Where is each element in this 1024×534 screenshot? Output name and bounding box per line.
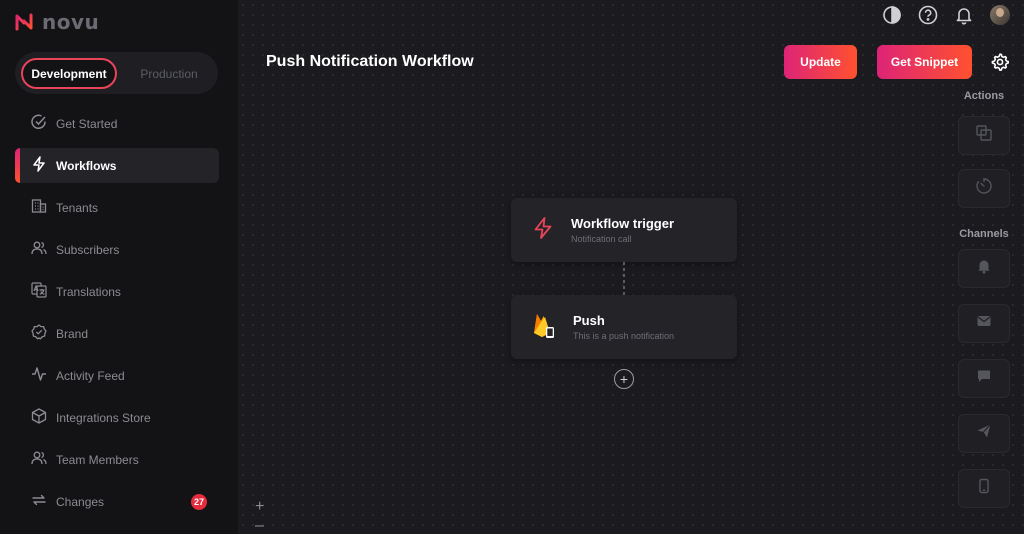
digest-action-button[interactable]: [958, 116, 1010, 155]
users-icon: [31, 240, 47, 259]
avatar[interactable]: [990, 5, 1010, 25]
step-palette: Actions Channels: [956, 90, 1012, 508]
node-text: Workflow trigger Notification call: [571, 216, 674, 244]
sidebar-nav: Get Started Workflows Tenants Subscriber…: [15, 106, 219, 526]
brand-name: novu: [42, 10, 100, 34]
translate-icon: [31, 282, 47, 301]
changes-count-badge: 27: [190, 494, 207, 510]
bolt-icon: [31, 156, 47, 175]
sidebar-item-label: Team Members: [56, 452, 139, 467]
zoom-out-button[interactable]: –: [255, 517, 264, 534]
sync-icon: [31, 492, 47, 511]
top-toolbar: [882, 5, 1010, 25]
chat-bubble-icon: [976, 368, 992, 389]
bell-icon: [976, 258, 992, 279]
workflow-trigger-node[interactable]: Workflow trigger Notification call: [511, 198, 737, 262]
send-icon: [976, 423, 992, 444]
gear-icon[interactable]: [991, 53, 1010, 76]
chat-channel-button[interactable]: [958, 359, 1010, 398]
sidebar-item-label: Tenants: [56, 200, 99, 215]
node-subtitle: Notification call: [571, 234, 632, 244]
sidebar-item-workflows[interactable]: Workflows: [15, 148, 219, 183]
sidebar-item-translations[interactable]: Translations: [15, 274, 219, 309]
environment-switch: Development Production: [15, 52, 218, 94]
sidebar: novu Development Production Get Started …: [0, 0, 238, 534]
sidebar-item-label: Changes: [56, 494, 105, 509]
theme-toggle-icon[interactable]: [882, 5, 902, 25]
push-step-node[interactable]: Push This is a push notification: [511, 295, 737, 359]
add-step-button[interactable]: +: [614, 369, 634, 389]
bell-icon[interactable]: [954, 5, 974, 25]
activity-icon: [31, 366, 47, 385]
node-title: Workflow trigger: [571, 216, 675, 231]
push-channel-button[interactable]: [958, 469, 1010, 508]
building-icon: [31, 198, 47, 217]
sidebar-item-subscribers[interactable]: Subscribers: [15, 232, 219, 267]
envelope-icon: [976, 313, 992, 334]
sidebar-item-label: Workflows: [56, 158, 117, 173]
bolt-icon: [531, 216, 555, 245]
env-development-option[interactable]: Development: [21, 58, 117, 89]
node-title: Push: [573, 313, 605, 328]
get-snippet-button[interactable]: Get Snippet: [877, 45, 972, 79]
sidebar-item-integrations-store[interactable]: Integrations Store: [15, 400, 219, 435]
sidebar-item-tenants[interactable]: Tenants: [15, 190, 219, 225]
box-icon: [31, 408, 47, 427]
copy-stack-icon: [975, 124, 993, 147]
brand-logo[interactable]: novu: [14, 10, 99, 34]
sidebar-item-brand[interactable]: Brand: [15, 316, 219, 351]
help-icon[interactable]: [918, 5, 938, 25]
sidebar-item-label: Integrations Store: [56, 410, 151, 425]
novu-logo-icon: [14, 12, 34, 32]
check-circle-icon: [31, 114, 47, 133]
update-button[interactable]: Update: [784, 45, 857, 79]
delay-action-button[interactable]: [958, 169, 1010, 208]
badge-check-icon: [31, 324, 47, 343]
sidebar-item-label: Get Started: [56, 116, 118, 131]
firebase-push-icon: [531, 311, 557, 344]
workflow-editor: Push Notification Workflow Update Get Sn…: [238, 0, 1024, 534]
sidebar-item-label: Translations: [56, 284, 121, 299]
env-production-option[interactable]: Production: [127, 58, 211, 89]
sidebar-item-label: Activity Feed: [56, 368, 125, 383]
app: novu Development Production Get Started …: [0, 0, 1024, 534]
node-subtitle: This is a push notification: [573, 331, 675, 341]
sidebar-item-changes[interactable]: Changes 27: [15, 484, 219, 519]
sidebar-item-team-members[interactable]: Team Members: [15, 442, 219, 477]
team-icon: [31, 450, 47, 469]
mobile-phone-icon: [976, 478, 992, 499]
in-app-channel-button[interactable]: [958, 249, 1010, 288]
sidebar-item-get-started[interactable]: Get Started: [15, 106, 219, 141]
timer-icon: [975, 177, 993, 200]
sidebar-item-label: Brand: [56, 326, 89, 341]
channels-heading: Channels: [959, 228, 1009, 240]
sidebar-item-label: Subscribers: [56, 242, 120, 257]
email-channel-button[interactable]: [958, 304, 1010, 343]
actions-heading: Actions: [963, 90, 1005, 102]
node-connector: [623, 262, 625, 295]
zoom-in-button[interactable]: +: [255, 498, 264, 516]
sms-channel-button[interactable]: [958, 414, 1010, 453]
page-title: Push Notification Workflow: [266, 53, 474, 70]
node-text: Push This is a push notification: [573, 313, 674, 341]
sidebar-item-activity-feed[interactable]: Activity Feed: [15, 358, 219, 393]
